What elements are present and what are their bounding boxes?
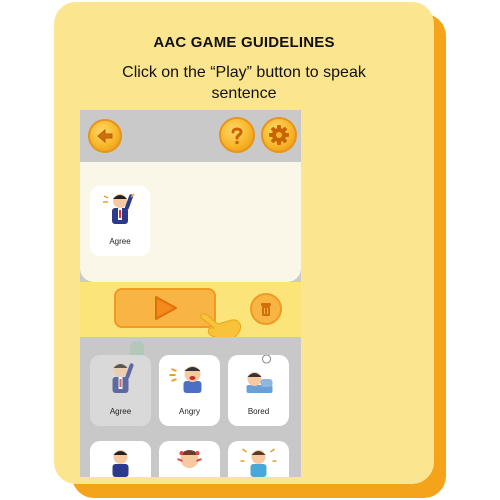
word-label: Agree: [109, 407, 132, 416]
arrow-left-icon: [97, 128, 113, 144]
guideline-heading: AAC GAME GUIDELINES: [153, 34, 335, 51]
sentence-word-label: Agree: [109, 237, 131, 246]
word-label: Angry: [179, 407, 200, 416]
word-card[interactable]: [159, 441, 220, 477]
upset-person-illustration: [177, 450, 202, 468]
word-card[interactable]: [228, 441, 289, 477]
word-card-agree[interactable]: Agree: [90, 355, 151, 426]
gear-icon: [269, 125, 289, 145]
man-in-suit-illustration: [112, 450, 129, 477]
word-card-bored[interactable]: Bored: [228, 354, 289, 426]
sentence-word-card[interactable]: Agree: [90, 186, 150, 256]
word-card[interactable]: [90, 441, 151, 477]
excited-man-illustration: [240, 448, 277, 477]
question-mark-icon: [231, 127, 243, 145]
man-raising-hand-illustration: [103, 193, 135, 224]
bored-person-illustration: [246, 354, 273, 393]
angry-person-illustration: [169, 366, 202, 393]
word-card-angry[interactable]: Angry: [159, 355, 220, 426]
word-grid: Agree Angry Bored: [80, 337, 301, 477]
man-raising-hand-illustration: [112, 363, 134, 393]
delete-button[interactable]: [250, 293, 282, 325]
sentence-strip: Agree: [80, 162, 301, 282]
word-label: Bored: [247, 407, 270, 416]
app-toolbar: [80, 110, 301, 162]
control-bar: [80, 282, 301, 337]
help-button[interactable]: [219, 117, 255, 153]
guideline-instruction: Click on the “Play” button to speak sent…: [122, 64, 366, 102]
settings-button[interactable]: [261, 117, 297, 153]
trash-can-icon: [261, 303, 271, 316]
app-screenshot: Agree Agree Angry Bored: [80, 110, 301, 477]
back-button[interactable]: [88, 119, 122, 153]
